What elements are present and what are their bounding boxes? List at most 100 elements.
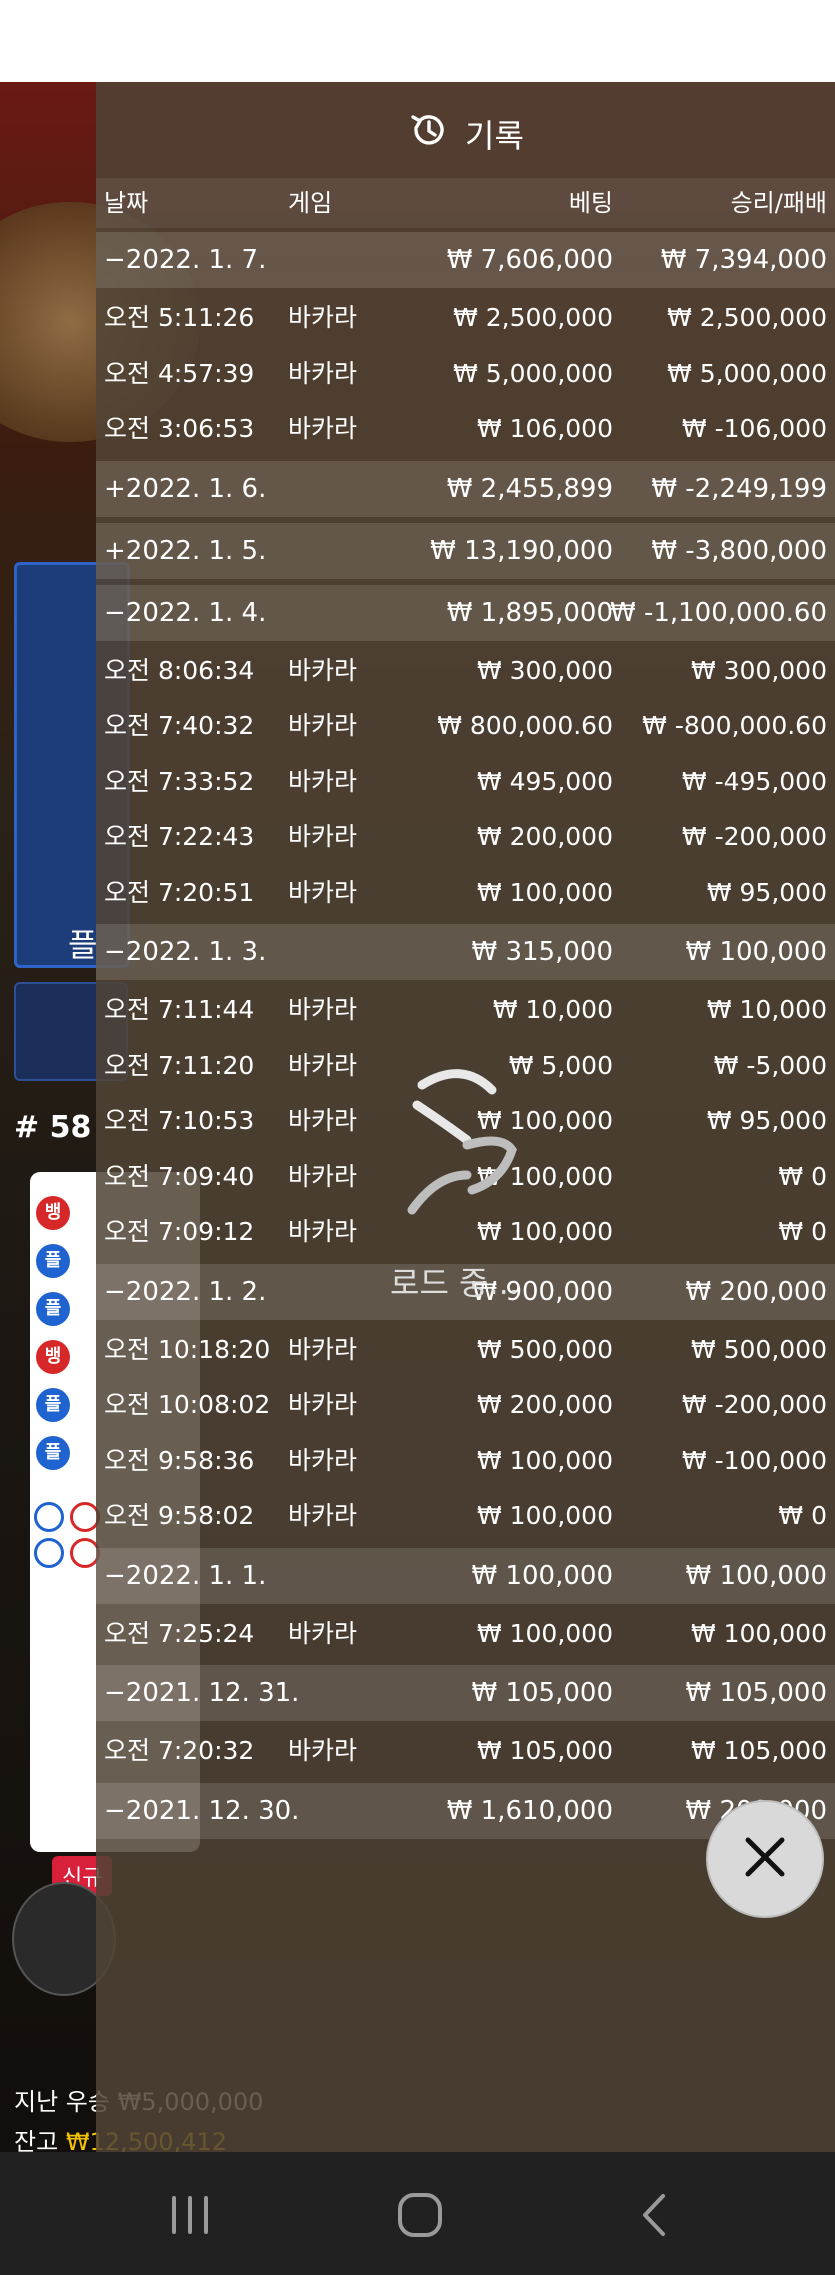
history-date-group[interactable]: −2022. 1. 3. ₩ 315,000 ₩ 100,000	[96, 924, 835, 980]
cell-game: 바카라	[288, 877, 358, 907]
cell-result: ₩ -5,000	[713, 1050, 827, 1080]
cell-game: 바카라	[288, 358, 358, 388]
cell-date: 오전 4:57:39	[104, 358, 255, 388]
cell-date: 오전 7:33:52	[104, 766, 255, 796]
cell-date: 오전 10:18:20	[104, 1334, 271, 1364]
cell-result: ₩ -200,000	[681, 1390, 827, 1419]
history-date-group[interactable]: −2022. 1. 7. ₩ 7,606,000 ₩ 7,394,000	[96, 232, 835, 288]
big-road-player-mark	[34, 1502, 64, 1532]
cell-date: 오전 9:58:02	[104, 1501, 255, 1530]
cell-result: ₩ 105,000	[690, 1736, 827, 1765]
cell-date: −2022. 1. 4.	[104, 597, 267, 628]
player-bet-label: 플	[68, 926, 98, 964]
cell-result: ₩ 200,000	[685, 1276, 828, 1307]
cell-date: −2021. 12. 31.	[104, 1678, 300, 1708]
cell-bet: ₩ 105,000	[471, 1678, 614, 1708]
cell-game: 바카라	[288, 1445, 358, 1475]
home-icon[interactable]	[395, 2190, 445, 2240]
cell-result: ₩ -106,000	[681, 414, 827, 443]
history-row: 오전 7:20:32 바카라 ₩ 105,000 ₩ 105,000	[96, 1723, 835, 1778]
cell-date: 오전 10:08:02	[104, 1390, 271, 1419]
cell-date: +2022. 1. 5.	[104, 535, 267, 566]
cell-bet: ₩ 100,000	[476, 1501, 613, 1530]
history-date-group[interactable]: +2022. 1. 6. ₩ 2,455,899 ₩ -2,249,199	[96, 460, 835, 517]
column-bet: 베팅	[568, 189, 613, 217]
history-icon	[407, 108, 451, 160]
cell-date: 오전 7:20:51	[104, 877, 255, 907]
column-date: 날짜	[104, 189, 149, 217]
cell-bet: ₩ 10,000	[492, 995, 613, 1024]
round-number: # 58	[14, 1110, 92, 1145]
history-date-group[interactable]: −2022. 1. 4. ₩ 1,895,000 ₩ -1,100,000.60	[96, 584, 835, 641]
cell-date: 오전 7:20:32	[104, 1736, 255, 1765]
cell-date: 오전 7:10:53	[104, 1106, 255, 1135]
bead-player: 플	[36, 1388, 70, 1422]
history-date-group[interactable]: −2021. 12. 31. ₩ 105,000 ₩ 105,000	[96, 1665, 835, 1721]
cell-date: 오전 8:06:34	[104, 655, 255, 685]
cell-date: −2022. 1. 7.	[104, 245, 267, 275]
close-button[interactable]	[706, 1800, 824, 1918]
cell-result: ₩ -1,100,000.60	[609, 597, 827, 628]
cell-date: 오전 7:25:24	[104, 1618, 255, 1648]
cell-bet: ₩ 105,000	[476, 1736, 613, 1765]
cell-result: ₩ 0	[778, 1501, 827, 1530]
cell-game: 바카라	[288, 822, 358, 851]
cell-bet: ₩ 5,000,000	[453, 358, 613, 388]
cell-bet: ₩ 495,000	[476, 766, 613, 796]
loading-text: 로드 중...	[390, 1264, 520, 1302]
bead-player: 플	[36, 1244, 70, 1278]
cell-result: ₩ 100,000	[685, 1560, 828, 1591]
cell-result: ₩ 5,000,000	[667, 358, 827, 388]
cell-game: 바카라	[288, 655, 358, 685]
cell-bet: ₩ 2,455,899	[446, 473, 613, 504]
cell-game: 바카라	[288, 1106, 358, 1135]
history-row: 오전 8:06:34 바카라 ₩ 300,000 ₩ 300,000	[96, 643, 835, 698]
cell-bet: ₩ 106,000	[476, 414, 613, 443]
history-row: 오전 5:11:26 바카라 ₩ 2,500,000 ₩ 2,500,000	[96, 290, 835, 345]
cell-game: 바카라	[288, 1334, 358, 1364]
history-row: 오전 10:18:20 바카라 ₩ 500,000 ₩ 500,000	[96, 1322, 835, 1377]
back-icon[interactable]	[630, 2190, 680, 2240]
cell-result: ₩ 300,000	[690, 655, 827, 685]
cell-game: 바카라	[288, 303, 358, 332]
cell-date: 오전 7:11:44	[104, 995, 255, 1024]
history-date-group[interactable]: +2022. 1. 5. ₩ 13,190,000 ₩ -3,800,000	[96, 522, 835, 579]
bead-player: 플	[36, 1292, 70, 1326]
cell-result: ₩ -495,000	[681, 766, 827, 796]
history-row: 오전 7:25:24 바카라 ₩ 100,000 ₩ 100,000	[96, 1606, 835, 1661]
cell-date: 오전 7:40:32	[104, 711, 255, 740]
history-row: 오전 7:40:32 바카라 ₩ 800,000.60 ₩ -800,000.60	[96, 698, 835, 753]
bead-player: 플	[36, 1436, 70, 1470]
history-row: 오전 9:58:36 바카라 ₩ 100,000 ₩ -100,000	[96, 1433, 835, 1488]
panel-title: 기록	[465, 117, 524, 155]
cell-game: 바카라	[288, 766, 358, 796]
recent-apps-icon[interactable]	[165, 2190, 215, 2240]
cell-date: −2022. 1. 1.	[104, 1560, 267, 1591]
cell-game: 바카라	[288, 1161, 358, 1191]
cell-game: 바카라	[288, 711, 358, 740]
cell-result: ₩ 500,000	[690, 1334, 827, 1364]
cell-date: +2022. 1. 6.	[104, 473, 267, 504]
history-row: 오전 7:20:51 바카라 ₩ 100,000 ₩ 95,000	[96, 865, 835, 920]
column-game: 게임	[288, 189, 333, 217]
cell-bet: ₩ 100,000	[476, 1618, 613, 1648]
panel-header: 기록	[96, 106, 835, 162]
cell-bet: ₩ 1,895,000	[446, 597, 613, 628]
cell-date: 오전 7:09:40	[104, 1161, 255, 1191]
history-row: 오전 7:33:52 바카라 ₩ 495,000 ₩ -495,000	[96, 754, 835, 809]
table-header: 날짜 게임 베팅 승리/패배	[96, 178, 835, 228]
cell-result: ₩ -2,249,199	[651, 473, 827, 504]
cell-date: −2022. 1. 2.	[104, 1276, 267, 1307]
history-date-group[interactable]: −2022. 1. 1. ₩ 100,000 ₩ 100,000	[96, 1547, 835, 1604]
cell-result: ₩ -100,000	[681, 1445, 827, 1475]
cell-result: ₩ -200,000	[681, 822, 827, 851]
cell-bet: ₩ 7,606,000	[446, 245, 613, 275]
loading-spinner-icon	[392, 1065, 532, 1225]
cell-result: ₩ -3,800,000	[651, 535, 827, 566]
cell-game: 바카라	[288, 414, 358, 443]
column-result: 승리/패배	[730, 189, 827, 217]
cell-result: ₩ 2,500,000	[667, 303, 827, 332]
history-row: 오전 10:08:02 바카라 ₩ 200,000 ₩ -200,000	[96, 1377, 835, 1432]
cell-bet: ₩ 2,500,000	[453, 303, 613, 332]
cell-bet: ₩ 100,000	[476, 1445, 613, 1475]
